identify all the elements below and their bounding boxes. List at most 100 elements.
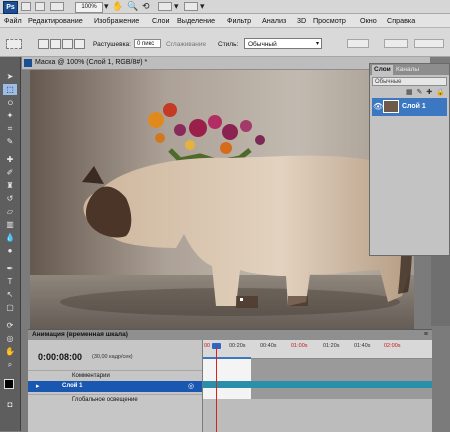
zoom-tool-icon[interactable]: ⌕ — [3, 359, 17, 370]
brush-tool-icon[interactable]: ✐ — [3, 167, 17, 178]
menu-3d[interactable]: 3D — [297, 14, 306, 27]
gradient-icon[interactable]: ▥ — [3, 219, 17, 230]
timeline-row-layer[interactable]: ▸ Слой 1 ◎ — [28, 381, 202, 392]
layer-duration-bar[interactable] — [203, 381, 432, 388]
animation-panel-title: Анимация (временная шкала) — [32, 331, 128, 338]
menu-edit[interactable]: Редактирование — [28, 14, 83, 27]
style-value: Обычный — [248, 41, 277, 48]
current-time[interactable]: 0:00:08:00 — [38, 352, 82, 362]
lock-icons[interactable]: ▦ ✎ ✚ 🔒 — [406, 88, 446, 96]
tick-label: 01:00s — [291, 343, 308, 349]
3d-rotate-icon[interactable]: ⟳ — [3, 320, 17, 331]
shape-tool-icon[interactable]: ▢ — [3, 302, 17, 313]
height-field[interactable] — [384, 39, 408, 48]
timeline-row-label: Комментарии — [72, 373, 110, 379]
eraser-icon[interactable]: ▱ — [3, 206, 17, 217]
timeline-row-label: Глобальное освещение — [72, 397, 138, 403]
menu-help[interactable]: Справка — [387, 14, 415, 27]
screen-mode-icon[interactable] — [184, 2, 198, 11]
document-title: Маска @ 100% (Слой 1, RGB/8#) * — [35, 59, 148, 66]
animation-panel: Анимация (временная шкала) ≡ 0:00:08:00 … — [28, 329, 432, 432]
marquee-preset-icon[interactable] — [6, 39, 22, 49]
type-tool-icon[interactable]: T — [3, 276, 17, 287]
blur-tool-icon[interactable]: 💧 — [3, 232, 17, 243]
magic-wand-icon[interactable]: ✦ — [3, 110, 17, 121]
tick-label: 00 — [204, 343, 211, 349]
foreground-color-swatch[interactable] — [4, 379, 14, 389]
menu-select[interactable]: Выделение — [177, 14, 215, 27]
tick-label: 01:20s — [323, 343, 340, 349]
photoshop-logo: Ps — [3, 1, 18, 14]
feather-label: Растушевка: — [93, 41, 131, 48]
layer-options-icon[interactable]: ◎ — [188, 381, 194, 392]
panel-menu-icon[interactable]: ≡ — [424, 330, 428, 340]
style-select[interactable]: Обычный ▾ — [244, 38, 322, 49]
path-selection-icon[interactable]: ↖ — [3, 289, 17, 300]
zoom-level[interactable]: 100% — [75, 2, 103, 13]
chevron-down-icon[interactable]: ▾ — [200, 0, 205, 13]
tools-panel: ➤ ⬚ ഠ ✦ ⌗ ✎ ✚ ✐ ♜ ↺ ▱ ▥ 💧 ● ✒ T ↖ ▢ ⟳ ◎ … — [0, 57, 21, 431]
arrange-documents-icon[interactable] — [158, 2, 172, 11]
frame-rate: (30,00 кадр/сек) — [92, 354, 133, 360]
bridge-icon[interactable] — [21, 2, 31, 11]
document-icon — [24, 59, 32, 67]
tick-label: 01:40s — [354, 343, 371, 349]
new-selection-icon[interactable] — [38, 39, 49, 49]
menu-bar: Файл Редактирование Изображение Слои Выд… — [0, 14, 450, 28]
tick-label: 00:40s — [260, 343, 277, 349]
layer-row[interactable]: 👁 Слой 1 — [372, 98, 447, 116]
add-selection-icon[interactable] — [50, 39, 61, 49]
layers-panel: Слои Каналы Обычные ▦ ✎ ✚ 🔒 👁 Слой 1 — [369, 63, 450, 256]
crop-tool-icon[interactable]: ⌗ — [3, 123, 17, 134]
menu-filter[interactable]: Фильтр — [227, 14, 251, 27]
style-label: Стиль: — [218, 41, 239, 48]
timeline-track-area[interactable] — [203, 359, 432, 399]
image-canvas[interactable] — [30, 70, 414, 329]
layer-thumbnail — [383, 100, 399, 113]
dodge-tool-icon[interactable]: ● — [3, 245, 17, 256]
subtract-selection-icon[interactable] — [62, 39, 73, 49]
eye-icon[interactable]: 👁 — [373, 102, 383, 111]
clone-stamp-icon[interactable]: ♜ — [3, 180, 17, 191]
panel-tabs: Слои Каналы — [370, 64, 449, 75]
hand-tool-icon[interactable]: ✋ — [3, 346, 17, 357]
menu-image[interactable]: Изображение — [94, 14, 139, 27]
menu-file[interactable]: Файл — [4, 14, 22, 27]
quick-mask-icon[interactable]: ◘ — [3, 399, 17, 410]
hand-tool-icon[interactable]: ✋ — [112, 0, 123, 13]
view-extras-icon[interactable] — [50, 2, 64, 11]
menu-window[interactable]: Окно — [360, 14, 377, 27]
tab-layers[interactable]: Слои — [372, 65, 393, 75]
intersect-selection-icon[interactable] — [74, 39, 85, 49]
timeline-layer-list: 0:00:08:00 (30,00 кадр/сек) Комментарии … — [28, 340, 203, 432]
refine-edge-button[interactable] — [414, 39, 444, 48]
rotate-view-icon[interactable]: ⟲ — [142, 0, 150, 13]
chevron-down-icon[interactable]: ▾ — [104, 0, 109, 13]
timeline-row-global-light[interactable]: Глобальное освещение — [28, 394, 202, 405]
eyedropper-icon[interactable]: ✎ — [3, 136, 17, 147]
3d-orbit-icon[interactable]: ◎ — [3, 333, 17, 344]
move-tool-icon[interactable]: ➤ — [3, 71, 17, 82]
lasso-tool-icon[interactable]: ഠ — [3, 97, 17, 108]
timeline-row-comments[interactable]: Комментарии — [28, 370, 202, 381]
chevron-down-icon[interactable]: ▾ — [174, 0, 179, 13]
antialias-checkbox[interactable]: Сглаживание — [166, 41, 206, 48]
tab-channels[interactable]: Каналы — [394, 65, 421, 75]
menu-view[interactable]: Просмотр — [313, 14, 346, 27]
menu-layers[interactable]: Слои — [152, 14, 169, 27]
healing-brush-icon[interactable]: ✚ — [3, 154, 17, 165]
marquee-tool-icon[interactable]: ⬚ — [3, 84, 17, 95]
zoom-tool-icon[interactable]: 🔍 — [127, 0, 138, 13]
blend-mode-select[interactable]: Обычные — [372, 77, 447, 86]
menu-analysis[interactable]: Анализ — [262, 14, 286, 27]
animation-panel-header: Анимация (временная шкала) ≡ — [28, 330, 432, 340]
width-field[interactable] — [347, 39, 369, 48]
chevron-down-icon: ▾ — [315, 41, 319, 47]
expand-triangle-icon[interactable]: ▸ — [36, 381, 40, 392]
panel-dock-collapsed — [431, 256, 450, 326]
history-brush-icon[interactable]: ↺ — [3, 193, 17, 204]
pen-tool-icon[interactable]: ✒ — [3, 263, 17, 274]
application-bar: Ps 100% ▾ ✋ 🔍 ⟲ ▾ ▾ — [0, 0, 450, 14]
feather-input[interactable]: 0 пикс — [134, 39, 161, 48]
mini-bridge-icon[interactable] — [35, 2, 45, 11]
